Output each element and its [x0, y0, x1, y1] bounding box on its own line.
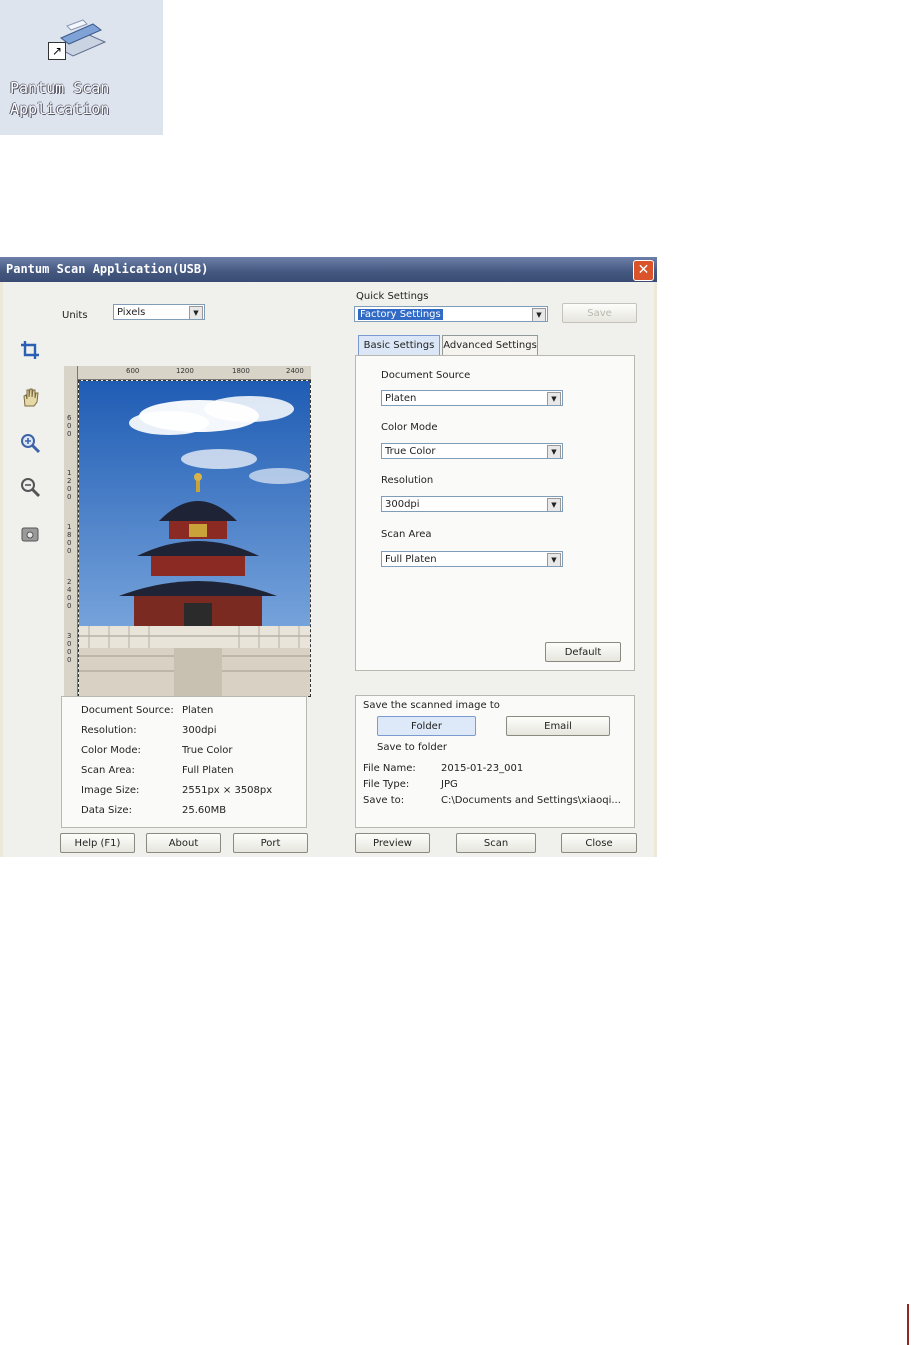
vertical-ruler: 600 1200 1800 2400 3000: [64, 366, 78, 697]
resolution-select[interactable]: 300dpi ▼: [381, 496, 563, 512]
desktop-shortcut[interactable]: ↗ Pantum Scan Application: [0, 0, 163, 135]
info-value: 25.60MB: [182, 805, 227, 816]
ruler-tick: 1800: [67, 523, 72, 555]
title-bar[interactable]: Pantum Scan Application(USB) ✕: [0, 257, 657, 282]
page-margin-bar: [907, 1304, 909, 1345]
info-key: Color Mode:: [81, 745, 141, 756]
document-source-value: Platen: [385, 393, 417, 404]
ruler-tick: 600: [67, 414, 72, 438]
chevron-down-icon: ▼: [547, 498, 561, 511]
save-to-key: Save to:: [363, 795, 405, 806]
quick-settings-value: Factory Settings: [358, 309, 443, 320]
resolution-value: 300dpi: [385, 499, 420, 510]
info-value: 2551px × 3508px: [182, 785, 273, 796]
ruler-tick: 2400: [286, 367, 304, 375]
zoom-out-icon[interactable]: [19, 476, 41, 498]
help-button[interactable]: Help (F1): [60, 833, 135, 853]
file-name-value: 2015-01-23_001: [441, 763, 524, 774]
ruler-tick: 2400: [67, 578, 72, 610]
crop-icon[interactable]: [19, 339, 41, 361]
info-value: Full Platen: [182, 765, 234, 776]
chevron-down-icon: ▼: [532, 308, 546, 321]
horizontal-ruler: px 600 1200 1800 2400: [64, 366, 311, 380]
document-source-label: Document Source: [381, 370, 471, 381]
hand-icon[interactable]: [19, 386, 41, 408]
save-title: Save the scanned image to: [363, 700, 500, 711]
window-title: Pantum Scan Application(USB): [6, 262, 209, 276]
folder-button[interactable]: Folder: [377, 716, 476, 736]
scan-area-label: Scan Area: [381, 529, 432, 540]
quick-settings-label: Quick Settings: [356, 291, 429, 302]
quick-settings-select[interactable]: Factory Settings ▼: [354, 306, 548, 322]
save-subtitle: Save to folder: [377, 742, 447, 753]
info-key: Image Size:: [81, 785, 140, 796]
close-icon[interactable]: ✕: [633, 260, 654, 281]
save-to-value: C:\Documents and Settings\xiaoqi...: [441, 795, 621, 806]
save-panel: Save the scanned image to Folder Email S…: [355, 695, 635, 828]
info-key: Data Size:: [81, 805, 132, 816]
scanner-icon[interactable]: [19, 523, 41, 545]
window-client: Units Pixels ▼ px 600 1: [3, 282, 654, 857]
ruler-tick: 3000: [67, 632, 72, 664]
info-key: Resolution:: [81, 725, 137, 736]
scan-info-panel: Document Source: Platen Resolution: 300d…: [61, 696, 307, 828]
ruler-tick: 1200: [67, 469, 72, 501]
info-key: Scan Area:: [81, 765, 135, 776]
zoom-in-icon[interactable]: [19, 432, 41, 454]
scan-button[interactable]: Scan: [456, 833, 536, 853]
close-button[interactable]: Close: [561, 833, 637, 853]
scan-area-select[interactable]: Full Platen ▼: [381, 551, 563, 567]
scan-preview[interactable]: [78, 380, 311, 697]
chevron-down-icon: ▼: [189, 306, 203, 319]
tab-basic-settings[interactable]: Basic Settings: [358, 335, 440, 355]
ruler-tick: 1200: [176, 367, 194, 375]
file-type-value: JPG: [441, 779, 458, 790]
chevron-down-icon: ▼: [547, 392, 561, 405]
ruler-tick: 600: [126, 367, 140, 375]
color-mode-select[interactable]: True Color ▼: [381, 443, 563, 459]
color-mode-label: Color Mode: [381, 422, 438, 433]
info-key: Document Source:: [81, 705, 174, 716]
tab-advanced-settings[interactable]: Advanced Settings: [442, 335, 538, 355]
file-name-key: File Name:: [363, 763, 416, 774]
preview-button[interactable]: Preview: [355, 833, 430, 853]
units-value: Pixels: [117, 307, 146, 318]
color-mode-value: True Color: [385, 446, 436, 457]
shortcut-arrow-icon: ↗: [48, 42, 66, 60]
scan-window: Pantum Scan Application(USB) ✕ Units Pix…: [0, 257, 657, 857]
ruler-tick: 1800: [232, 367, 250, 375]
info-value: True Color: [182, 745, 233, 756]
preview-image: [79, 381, 310, 696]
info-value: Platen: [182, 705, 214, 716]
chevron-down-icon: ▼: [547, 553, 561, 566]
email-button[interactable]: Email: [506, 716, 610, 736]
basic-settings-panel: Document Source Platen ▼ Color Mode True…: [355, 355, 635, 671]
about-button[interactable]: About: [146, 833, 221, 853]
default-button[interactable]: Default: [545, 642, 621, 662]
shortcut-label: Pantum Scan Application: [10, 79, 110, 118]
resolution-label: Resolution: [381, 475, 434, 486]
save-settings-button[interactable]: Save: [562, 303, 637, 323]
document-source-select[interactable]: Platen ▼: [381, 390, 563, 406]
info-value: 300dpi: [182, 725, 217, 736]
chevron-down-icon: ▼: [547, 445, 561, 458]
file-type-key: File Type:: [363, 779, 410, 790]
scan-area-value: Full Platen: [385, 554, 437, 565]
units-label: Units: [62, 310, 88, 321]
port-button[interactable]: Port: [233, 833, 308, 853]
units-select[interactable]: Pixels ▼: [113, 304, 205, 320]
